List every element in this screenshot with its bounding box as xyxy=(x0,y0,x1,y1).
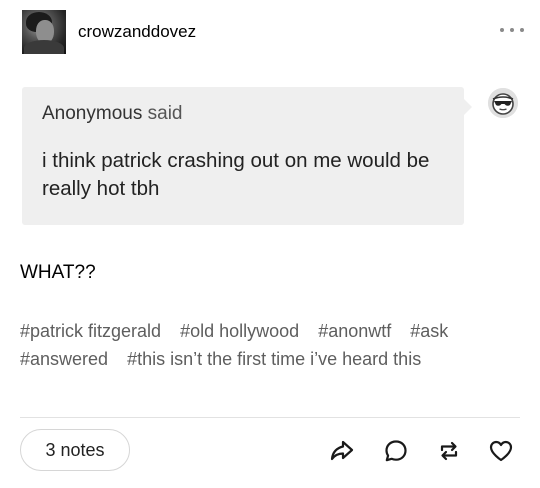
ask-bubble: Anonymous said i think patrick crashing … xyxy=(22,87,472,225)
blog-username[interactable]: crowzanddovez xyxy=(78,22,196,42)
share-arrow-icon[interactable] xyxy=(329,438,355,464)
asker-verb: said xyxy=(147,103,183,124)
more-dot xyxy=(500,28,504,32)
asker-name: Anonymous xyxy=(42,103,143,124)
answer-text: WHAT?? xyxy=(20,262,96,283)
more-dots-icon[interactable] xyxy=(500,26,524,34)
tag-link[interactable]: #ask xyxy=(410,321,448,341)
tag-link[interactable]: #this isn’t the first time i’ve heard th… xyxy=(127,349,421,369)
tag-link[interactable]: #answered xyxy=(20,349,108,369)
tag-link[interactable]: #anonwtf xyxy=(318,321,391,341)
ask-question: i think patrick crashing out on me would… xyxy=(42,149,430,200)
footer-divider xyxy=(20,417,520,418)
tag-link[interactable]: #old hollywood xyxy=(180,321,299,341)
reblog-icon[interactable] xyxy=(436,438,462,464)
asker-line: Anonymous said xyxy=(42,103,182,125)
reply-bubble-icon[interactable] xyxy=(383,438,409,464)
post-actions xyxy=(0,438,540,466)
post-header: crowzanddovez xyxy=(22,10,526,56)
more-dot xyxy=(520,28,524,32)
blog-avatar[interactable] xyxy=(22,10,66,54)
anonymous-sunglasses-icon xyxy=(488,88,518,118)
tag-list: #patrick fitzgerald #old hollywood #anon… xyxy=(20,318,500,373)
avatar-shoulder xyxy=(24,40,64,54)
more-dot xyxy=(510,28,514,32)
heart-icon[interactable] xyxy=(488,438,514,464)
tag-link[interactable]: #patrick fitzgerald xyxy=(20,321,161,341)
